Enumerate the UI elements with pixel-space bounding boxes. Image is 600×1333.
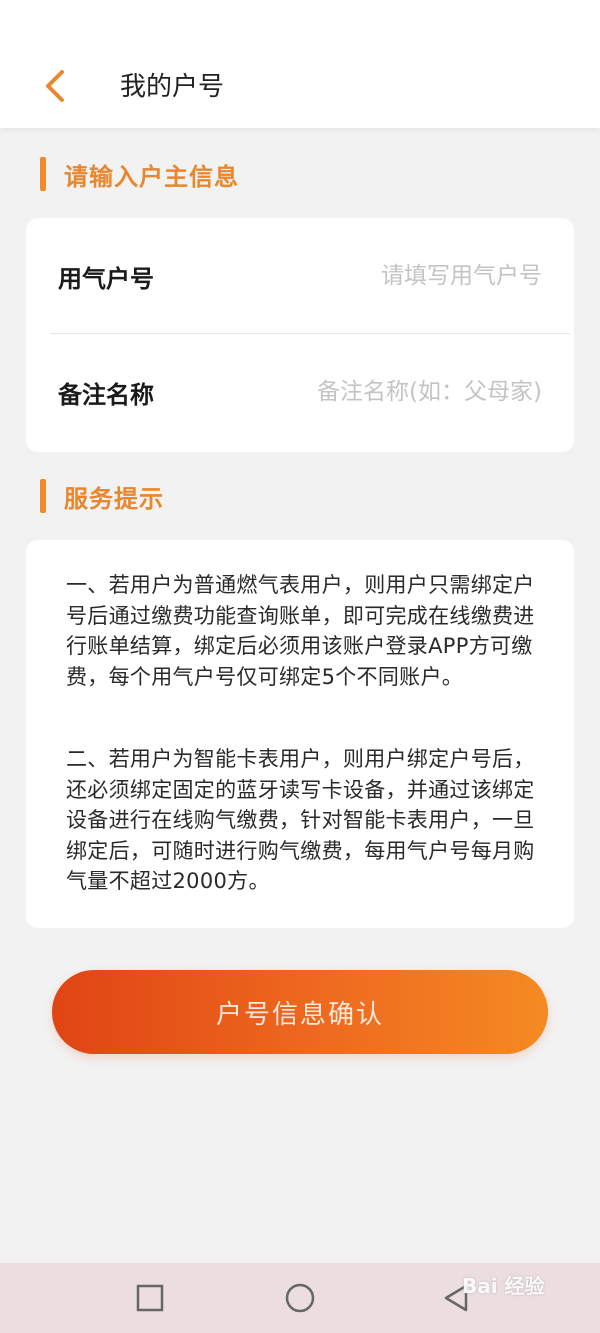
confirm-account-button[interactable]: 户号信息确认 bbox=[52, 970, 548, 1054]
section-header-service-tips: 服务提示 bbox=[40, 478, 164, 514]
tip-paragraph-1: 一、若用户为普通燃气表用户，则用户只需绑定户号后通过缴费功能查询账单，即可完成在… bbox=[66, 573, 535, 689]
account-form-card: 用气户号 备注名称 bbox=[26, 218, 574, 452]
remark-name-input[interactable] bbox=[242, 379, 542, 405]
back-button[interactable] bbox=[36, 64, 80, 108]
service-tips-card: 一、若用户为普通燃气表用户，则用户只需绑定户号后通过缴费功能查询账单，即可完成在… bbox=[26, 540, 574, 928]
remark-name-row: 备注名称 bbox=[26, 334, 574, 450]
section-title-user-info: 请输入户主信息 bbox=[64, 162, 239, 191]
home-button[interactable] bbox=[282, 1280, 318, 1316]
gas-account-input[interactable] bbox=[242, 263, 542, 289]
page-title: 我的户号 bbox=[120, 72, 225, 102]
section-accent-bar bbox=[40, 157, 46, 191]
square-icon bbox=[136, 1284, 164, 1312]
section-title-service-tips: 服务提示 bbox=[64, 484, 164, 513]
section-accent-bar bbox=[40, 479, 46, 513]
section-header-user-info: 请输入户主信息 bbox=[40, 156, 239, 192]
tip-paragraph-2: 二、若用户为智能卡表用户，则用户绑定户号后，还必须绑定固定的蓝牙读写卡设备，并通… bbox=[66, 747, 535, 893]
gas-account-row: 用气户号 bbox=[26, 218, 574, 334]
remark-name-label: 备注名称 bbox=[58, 380, 154, 409]
app-header: 我的户号 bbox=[0, 0, 600, 128]
baidu-jingyan-watermark: Bai 经验 bbox=[462, 1274, 545, 1298]
gas-account-label: 用气户号 bbox=[58, 264, 154, 293]
circle-icon bbox=[285, 1283, 315, 1313]
recents-button[interactable] bbox=[132, 1280, 168, 1316]
chevron-left-icon bbox=[46, 70, 64, 102]
